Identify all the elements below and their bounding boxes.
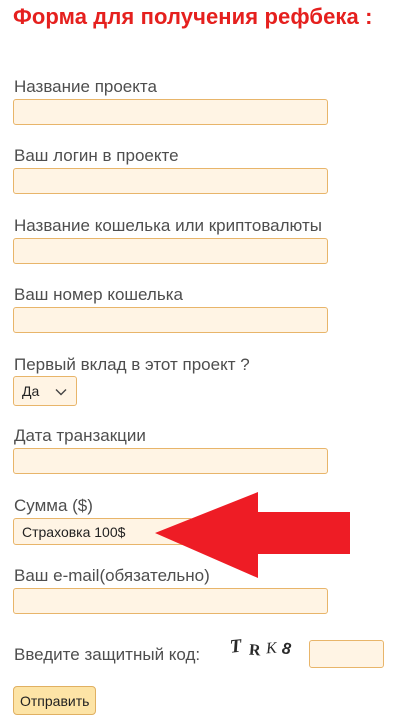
amount-label: Сумма ($) [14, 496, 93, 515]
submit-button[interactable]: Отправить [13, 686, 97, 715]
project-name-label: Название проекта [14, 77, 157, 96]
wallet-name-input[interactable] [13, 238, 328, 264]
first-deposit-selected: Да [22, 383, 40, 399]
captcha-image: T R K 8 [229, 635, 292, 660]
first-deposit-label: Первый вклад в этот проект ? [14, 355, 250, 374]
chevron-down-icon [55, 389, 67, 396]
wallet-number-label: Ваш номер кошелька [14, 285, 183, 304]
form-title: Форма для получения рефбека : [13, 4, 373, 29]
project-name-input[interactable] [13, 99, 328, 125]
captcha-input[interactable] [309, 640, 384, 668]
svg-text:R: R [248, 642, 261, 660]
project-login-input[interactable] [13, 168, 328, 194]
svg-text:K: K [264, 640, 278, 658]
transaction-date-input[interactable] [13, 448, 328, 474]
svg-text:T: T [229, 635, 244, 657]
wallet-number-input[interactable] [13, 307, 328, 333]
svg-text:8: 8 [281, 640, 292, 658]
amount-selected: Страховка 100$ [22, 523, 126, 540]
project-login-label: Ваш логин в проекте [14, 146, 179, 165]
email-input[interactable] [13, 588, 328, 614]
first-deposit-select[interactable]: Да [13, 376, 77, 406]
transaction-date-label: Дата транзакции [14, 426, 146, 445]
wallet-name-label: Название кошелька или криптовалюты [14, 216, 322, 235]
captcha-label: Введите защитный код: [14, 645, 201, 664]
email-label: Ваш e-mail(обязательно) [14, 566, 210, 585]
